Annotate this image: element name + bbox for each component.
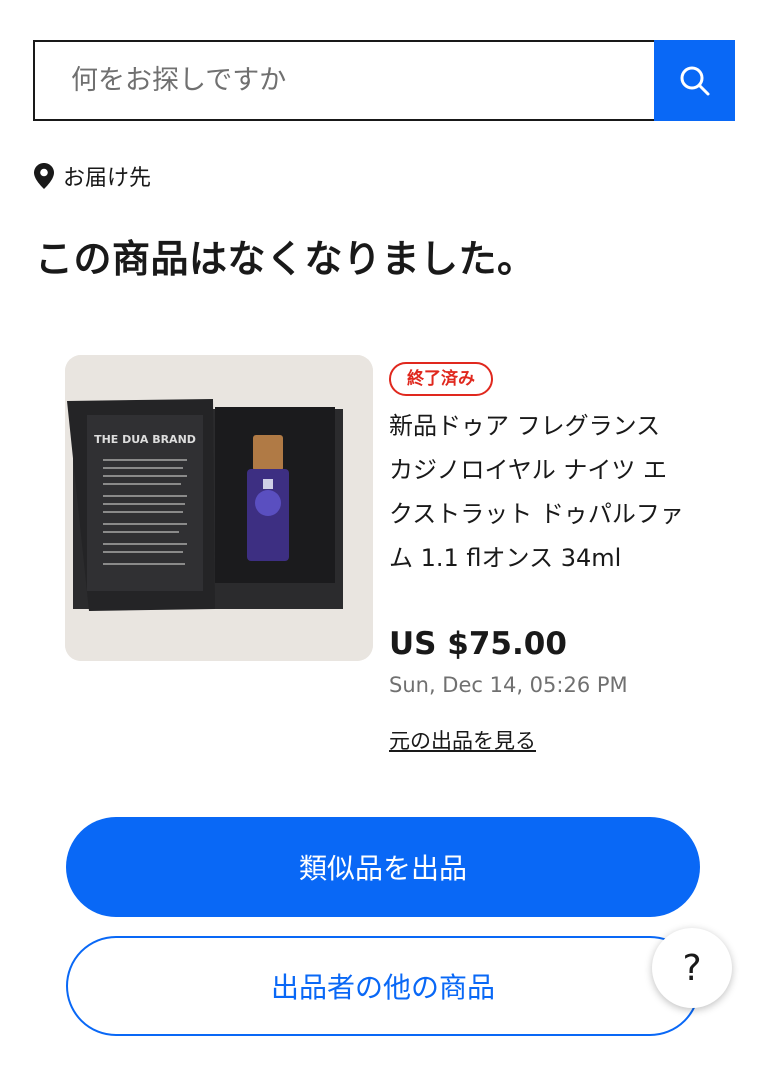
ship-to-label: お届け先 (63, 166, 152, 191)
page: お届け先 この商品はなくなりました。 THE DUA BRAND (0, 0, 767, 1080)
status-badge: 終了済み (389, 362, 493, 396)
product-title[interactable]: 新品ドゥア フレグランス カジノロイヤル ナイツ エクストラット ドゥパルファム… (389, 404, 689, 580)
search-input[interactable] (33, 40, 654, 121)
box-brand-text: THE DUA BRAND (94, 433, 196, 446)
perfume-box-image: THE DUA BRAND (65, 355, 373, 661)
product-price: US $75.00 (389, 626, 567, 662)
page-title: この商品はなくなりました。 (35, 237, 536, 281)
product-image[interactable]: THE DUA BRAND (65, 355, 373, 661)
help-button[interactable]: ? (652, 928, 732, 1008)
search-bar (33, 40, 735, 121)
sell-similar-button[interactable]: 類似品を出品 (66, 817, 700, 917)
ship-to[interactable]: お届け先 (33, 160, 151, 192)
search-button[interactable] (654, 40, 735, 121)
seller-other-items-button[interactable]: 出品者の他の商品 (66, 936, 700, 1036)
view-original-listing-link[interactable]: 元の出品を見る (389, 725, 536, 755)
search-icon (680, 66, 709, 95)
listing-end-date: Sun, Dec 14, 05:26 PM (389, 673, 628, 697)
map-pin-icon (34, 163, 54, 189)
